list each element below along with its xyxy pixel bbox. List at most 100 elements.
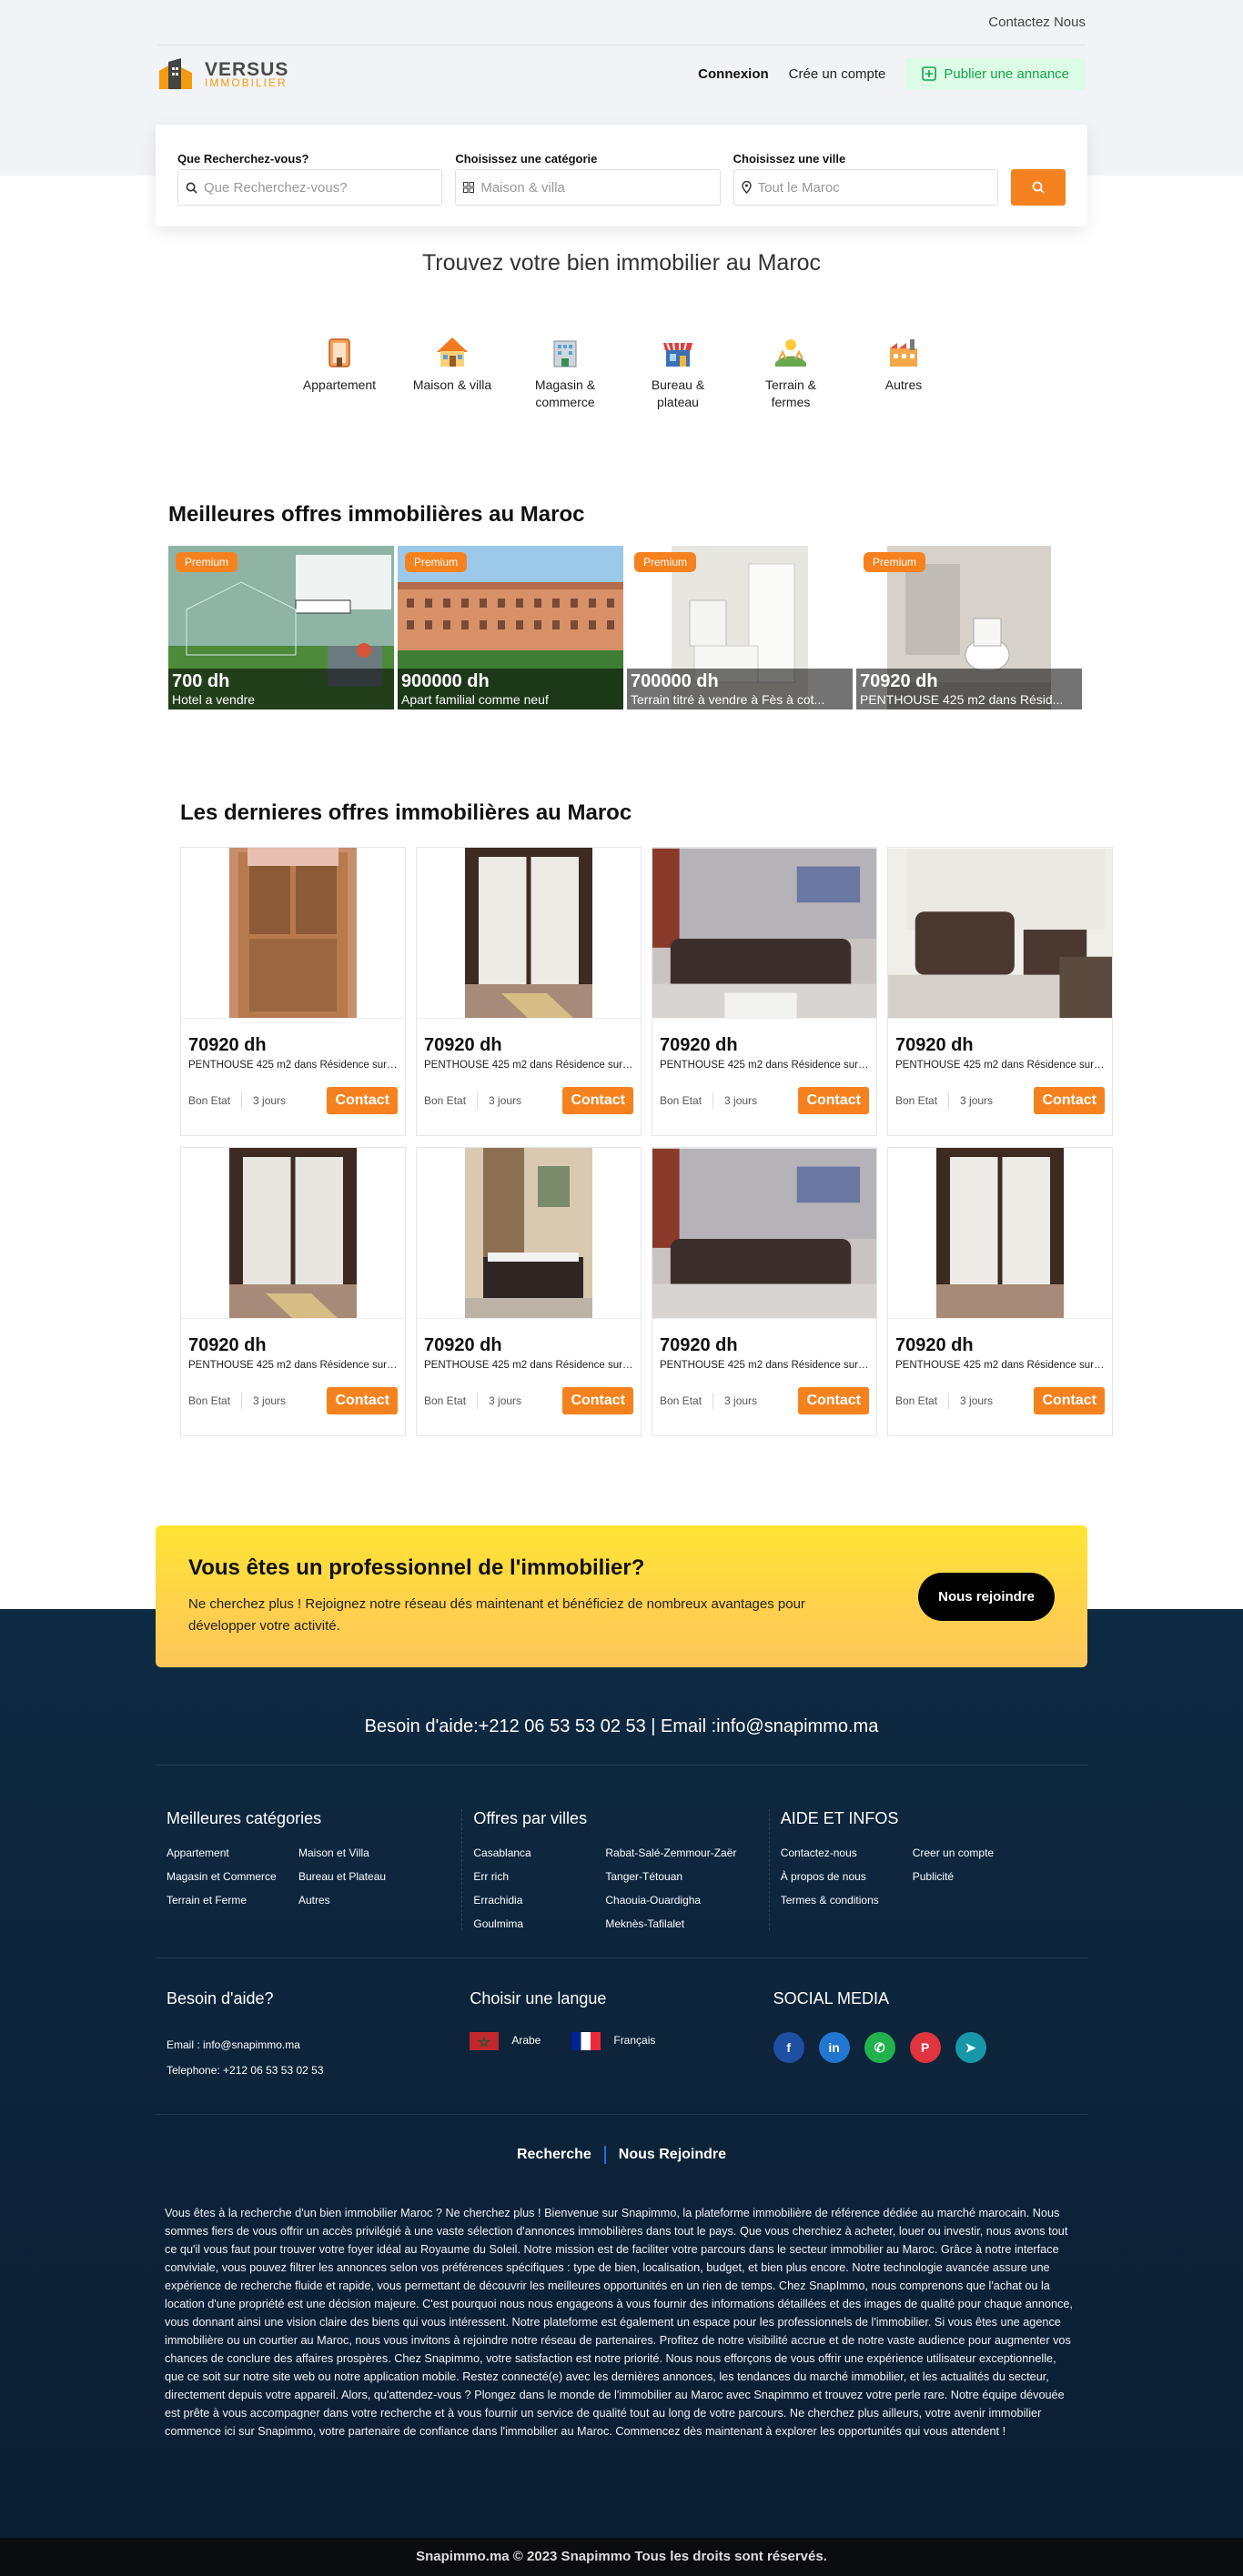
contact-button[interactable]: Contact [327,1087,398,1114]
listing-state: Bon Etat [188,1394,231,1407]
listing-card[interactable]: 70920 dh PENTHOUSE 425 m2 dans Résidence … [652,847,877,1136]
listing-age: 3 jours [253,1094,287,1107]
morocco-flag-icon [470,2032,500,2050]
category-select[interactable]: Maison & villa [455,169,721,206]
footer-email[interactable]: Email : info@snapimmo.ma [167,2032,459,2058]
footer-categories: Meilleures catégories Appartement Maison … [167,1809,463,1930]
logo[interactable]: VERSUS IMMOBILIER [157,58,288,89]
listing-card[interactable]: 70920 dh PENTHOUSE 425 m2 dans Résidence … [180,847,406,1136]
lang-french[interactable]: Français [571,2032,655,2050]
premium-card[interactable]: Premium 70920 dh PENTHOUSE 425 m2 dans Rés… [856,546,1082,709]
footer-link[interactable]: Bureau et Plateau [298,1870,444,1883]
contact-button[interactable]: Contact [1034,1087,1105,1114]
footer-link[interactable]: À propos de nous [781,1870,913,1883]
listing-card[interactable]: 70920 dh PENTHOUSE 425 m2 dans Résidence … [416,1147,642,1436]
footer-link[interactable]: Rabat-Salé-Zemmour-Zaër [605,1846,751,1859]
footer-link[interactable] [913,1894,1058,1907]
search-button[interactable] [1010,169,1066,206]
lang-arabic[interactable]: Arabe [470,2032,541,2050]
need-help-title: Besoin d'aide? [167,1989,274,2007]
premium-card[interactable]: Premium 700000 dh Terrain titré à vendre à… [627,546,853,709]
footer-link[interactable]: Termes & conditions [781,1894,913,1907]
listing-description: PENTHOUSE 425 m2 dans Résidence surv... [424,1060,633,1071]
linkedin-icon[interactable]: in [818,2032,850,2063]
footer-link[interactable]: Appartement [167,1846,298,1859]
listing-state: Bon Etat [660,1094,702,1107]
listing-card[interactable]: 70920 dh PENTHOUSE 425 m2 dans Résidence … [416,847,642,1136]
listing-price: 70920 dh [660,1335,738,1355]
listing-state: Bon Etat [895,1394,938,1407]
listing-price: 70920 dh [895,1035,974,1055]
footer-link[interactable]: Errachidia [473,1894,605,1907]
facebook-icon[interactable]: f [773,2032,804,2063]
twitter-icon[interactable]: ➤ [955,2032,986,2063]
footer-link[interactable]: Maison et Villa [298,1846,444,1859]
whatsapp-icon[interactable]: ✆ [864,2032,895,2063]
listing-state: Bon Etat [895,1094,938,1107]
premium-badge: Premium [634,552,697,572]
listing-photo [888,848,1112,1019]
contact-button[interactable]: Contact [798,1087,869,1114]
contact-link[interactable]: Contactez Nous [988,15,1086,30]
footer-link[interactable]: Tanger-Tétouan [605,1870,751,1883]
premium-label: Apart familial comme neuf [401,692,549,707]
contact-button[interactable]: Contact [562,1087,633,1114]
category-label: Choisissez une catégorie [455,152,598,166]
footer-link[interactable]: Meknès-Tafilalet [605,1917,751,1930]
listing-photo [417,848,641,1019]
contact-block: Besoin d'aide? Email : info@snapimmo.ma … [167,1989,470,2083]
premium-card[interactable]: Premium 900000 dh Apart familial comme neu… [398,546,623,709]
grid-icon [463,182,475,193]
listing-age: 3 jours [489,1394,522,1407]
category-item[interactable]: Bureau & plateau [632,333,724,411]
footer-link[interactable]: Autres [298,1894,444,1907]
plus-square-icon [922,66,937,81]
footer-link[interactable]: Goulmima [473,1917,605,1930]
publish-button[interactable]: Publier une annance [905,57,1086,90]
building-icon [293,333,386,371]
social-block: SOCIAL MEDIA f in ✆ P ➤ [773,1989,1076,2083]
footer-link[interactable]: Err rich [473,1870,605,1883]
listing-card[interactable]: 70920 dh PENTHOUSE 425 m2 dans Résidence … [887,847,1113,1136]
create-account-link[interactable]: Crée un compte [789,66,886,82]
footer-link[interactable]: Terrain et Ferme [167,1894,298,1907]
social-title: SOCIAL MEDIA [773,1989,890,2007]
search-input[interactable]: Que Recherchez-vous? [177,169,443,206]
contact-button[interactable]: Contact [562,1387,633,1414]
contact-button[interactable]: Contact [327,1387,398,1414]
search-placeholder: Que Recherchez-vous? [204,179,348,196]
login-link[interactable]: Connexion [698,66,769,82]
pinterest-icon[interactable]: P [909,2032,941,2063]
listing-card[interactable]: 70920 dh PENTHOUSE 425 m2 dans Résidence … [180,1147,406,1436]
divider [948,1393,950,1409]
footer-link[interactable]: Casablanca [473,1846,605,1859]
listing-card[interactable]: 70920 dh PENTHOUSE 425 m2 dans Résidence … [652,1147,877,1436]
footer-search-link[interactable]: Recherche [504,2147,604,2163]
footer-link[interactable]: Contactez-nous [781,1846,913,1859]
footer-link[interactable]: Magasin et Commerce [167,1870,298,1883]
footer-link[interactable]: Creer un compte [913,1846,1058,1859]
city-select[interactable]: Tout le Maroc [733,169,998,206]
footer-join-link[interactable]: Nous Rejoindre [606,2147,739,2163]
listing-card[interactable]: 70920 dh PENTHOUSE 425 m2 dans Résidence … [887,1147,1113,1436]
listing-state: Bon Etat [424,1094,467,1107]
category-item[interactable]: Magasin & commerce [519,333,611,411]
lang-arabic-label: Arabe [511,2034,541,2048]
premium-card[interactable]: Premium 700 dh Hotel a vendre [168,546,394,709]
category-item[interactable]: Autres [857,333,950,411]
divider [948,1092,950,1109]
footer-phone[interactable]: Telephone: +212 06 53 53 02 53 [167,2058,459,2083]
contact-button[interactable]: Contact [1034,1387,1105,1414]
premium-badge: Premium [405,552,468,572]
category-item[interactable]: Terrain & fermes [744,333,837,411]
hero-title: Trouvez votre bien immobilier au Maroc [421,250,822,276]
premium-title: Meilleures offres immobilières au Maroc [168,502,585,527]
footer-link[interactable]: Publicité [913,1870,1058,1883]
category-item[interactable]: Maison & villa [406,333,499,411]
listing-age: 3 jours [960,1094,994,1107]
category-item[interactable]: Appartement [293,333,386,411]
join-button[interactable]: Nous rejoindre [918,1572,1055,1621]
footer-link[interactable]: Chaouia-Ouardigha [605,1894,751,1907]
contact-button[interactable]: Contact [798,1387,869,1414]
search-panel: Que Recherchez-vous? Que Recherchez-vous… [156,125,1087,226]
